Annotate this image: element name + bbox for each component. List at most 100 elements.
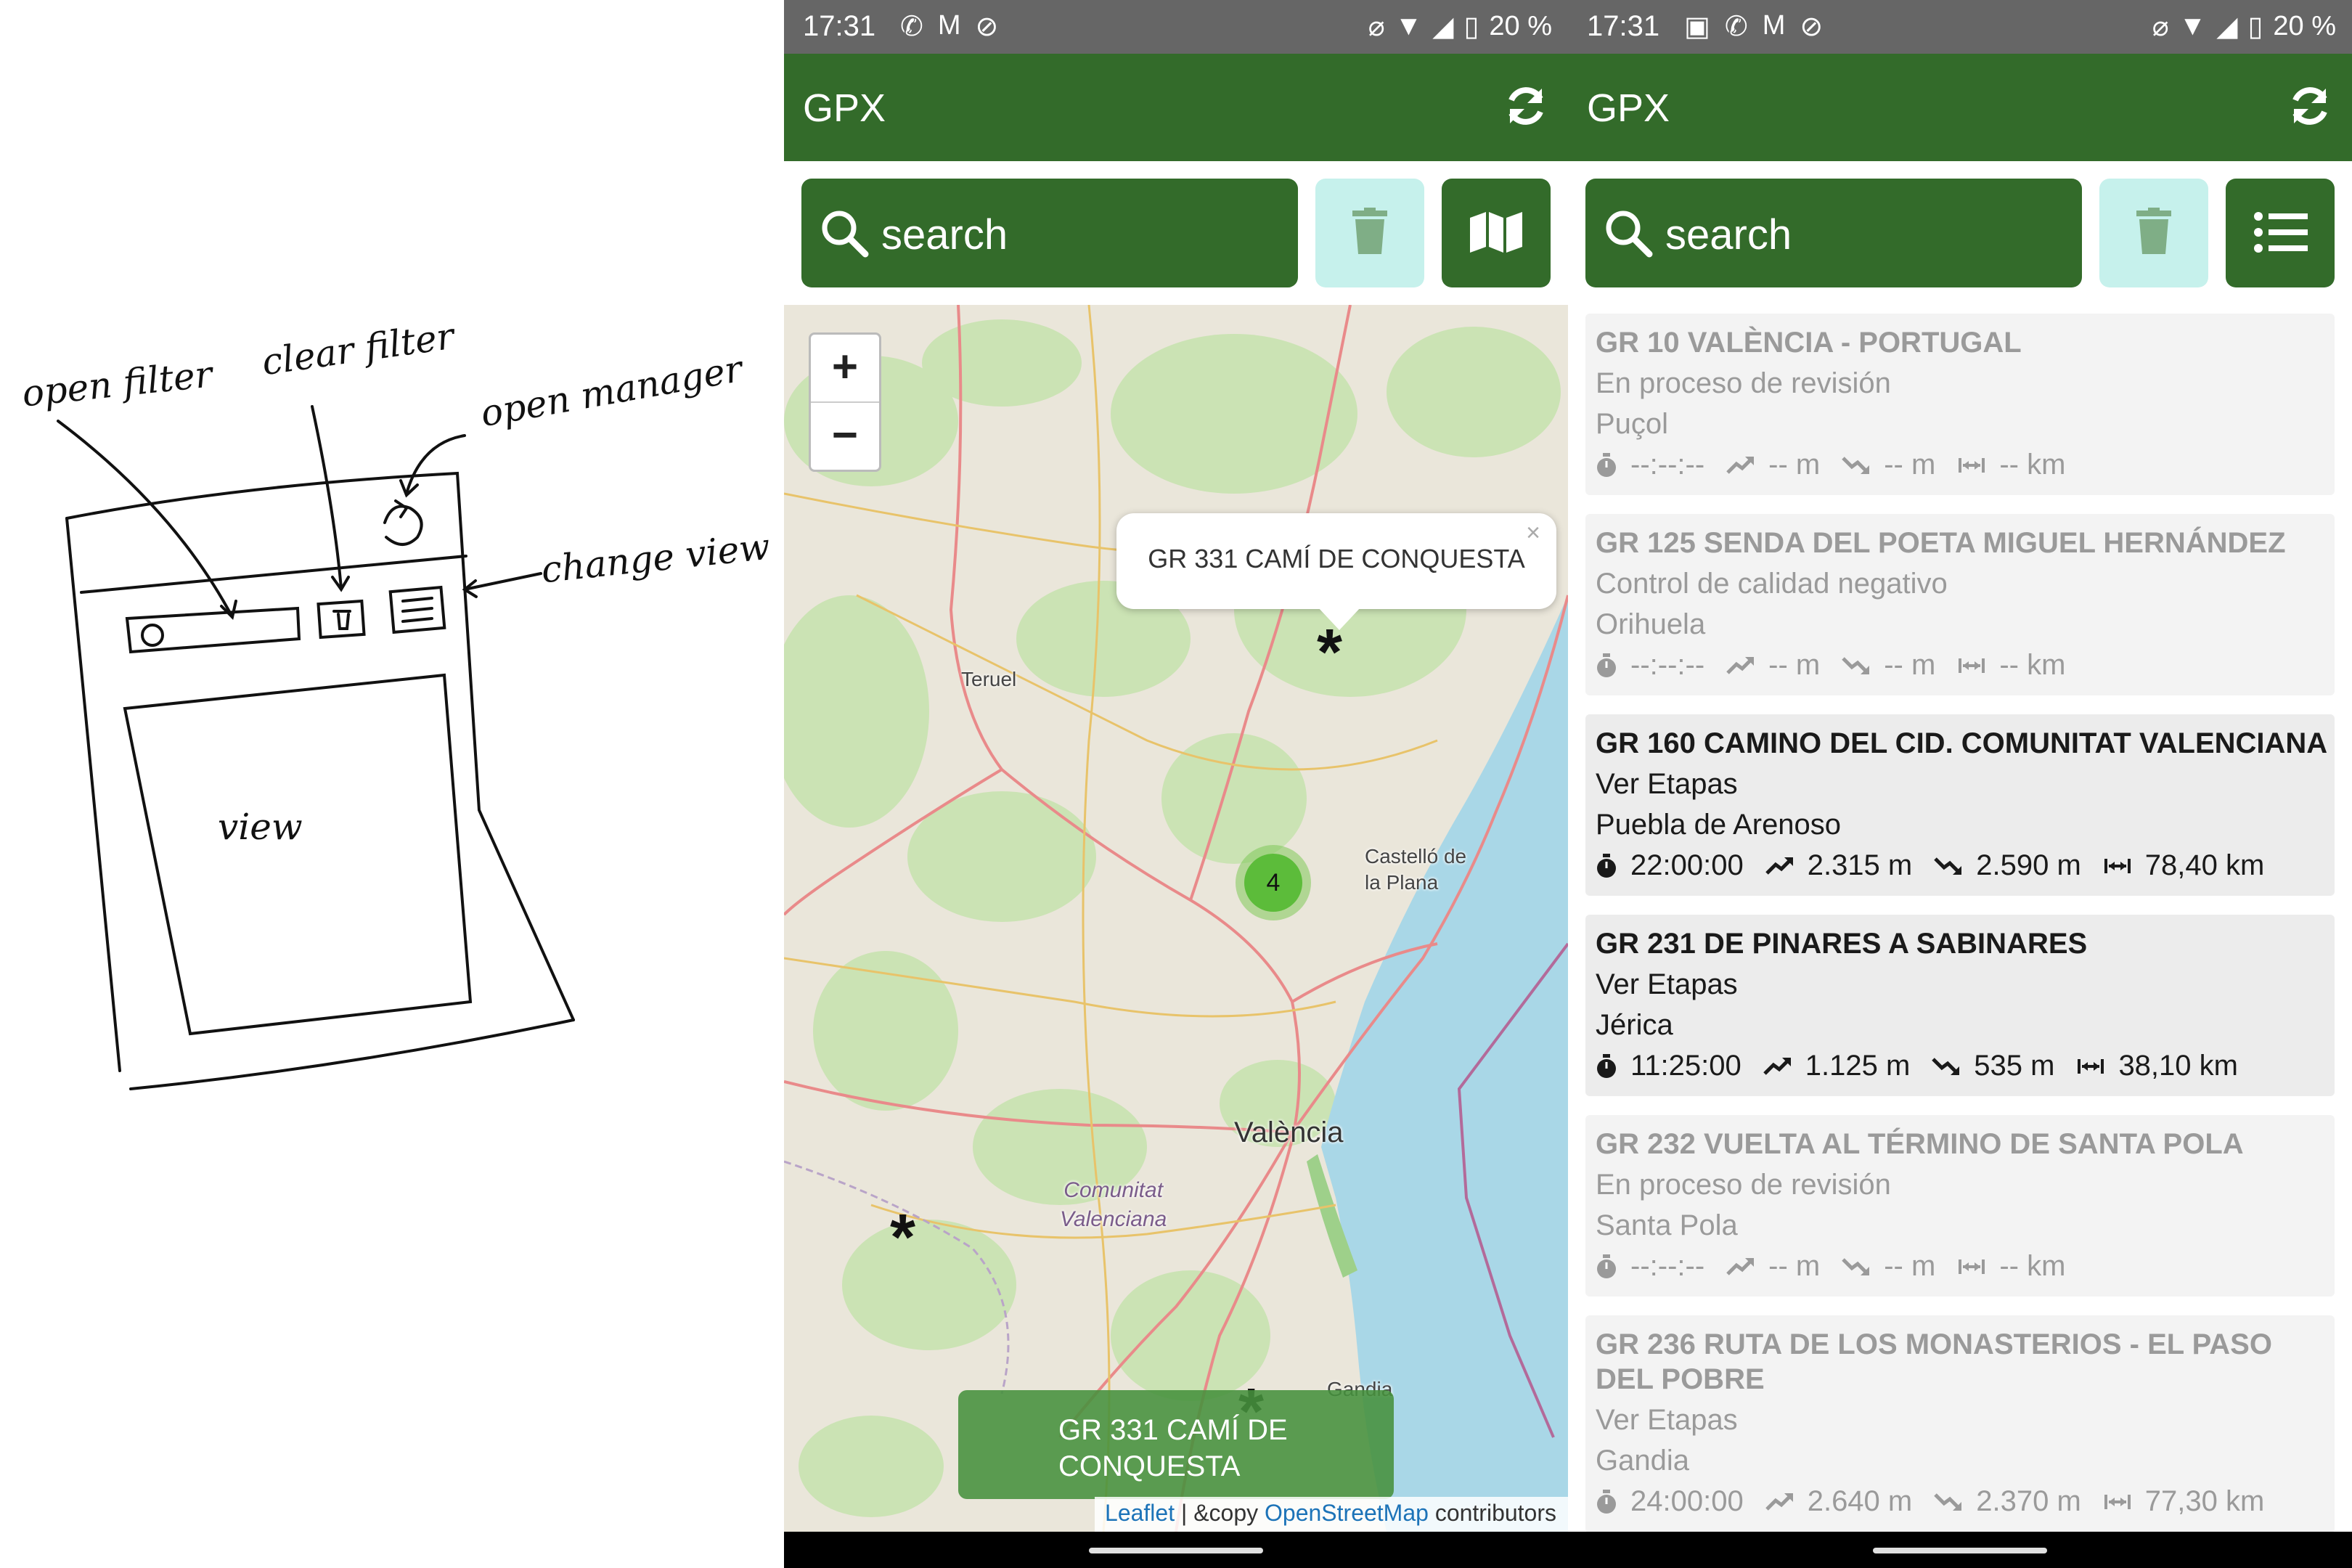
route-ascent: -- m	[1768, 449, 1821, 481]
ascent-icon	[1726, 656, 1755, 674]
toast-message: GR 331 CAMÍ DE CONQUESTA	[958, 1390, 1394, 1499]
route-place: Gandia	[1596, 1445, 1689, 1477]
leaflet-link[interactable]: Leaflet	[1105, 1500, 1175, 1526]
trash-icon	[1352, 208, 1387, 254]
route-stats: --:--:-- -- m -- m -- km	[1596, 449, 2087, 481]
route-distance: 38,10 km	[2118, 1050, 2238, 1082]
place-label-teruel: Teruel	[961, 668, 1017, 690]
battery-percent: 20 %	[1489, 11, 1552, 41]
change-view-button[interactable]	[1442, 179, 1551, 287]
mute-icon: ⌀	[1368, 12, 1385, 42]
distance-icon	[1959, 1259, 1985, 1274]
clear-filter-button[interactable]	[2099, 179, 2208, 287]
route-marker[interactable]: *	[890, 1205, 915, 1270]
route-card[interactable]: GR 231 DE PINARES A SABINARES Ver Etapas J…	[1585, 915, 2335, 1096]
route-stats: 11:25:00 1.125 m 535 m 38,10 km	[1596, 1050, 2260, 1082]
route-stats: --:--:-- -- m -- m -- km	[1596, 1250, 2087, 1283]
whatsapp-icon: ✆	[1724, 12, 1748, 42]
popup-close-button[interactable]: ×	[1526, 519, 1540, 547]
route-card[interactable]: GR 125 SENDA DEL POETA MIGUEL HERNÁNDEZ C…	[1585, 514, 2335, 695]
ascent-icon	[1765, 1493, 1793, 1511]
route-distance: -- km	[1999, 1250, 2066, 1282]
route-place: Jérica	[1596, 1009, 1673, 1041]
search-button[interactable]: search	[1585, 179, 2082, 287]
route-title: GR 125 SENDA DEL POETA MIGUEL HERNÁNDEZ	[1596, 527, 2286, 559]
wireframe-sketch: open filter clear filter open manager ch…	[0, 0, 784, 1568]
home-gesture-handle[interactable]	[1873, 1548, 2047, 1553]
stopwatch-icon	[1597, 653, 1616, 677]
toast-text: GR 331 CAMÍ DE CONQUESTA	[1058, 1414, 1288, 1482]
place-label-castello: Castelló de la Plana	[1365, 845, 1467, 894]
refresh-icon[interactable]	[1503, 83, 1549, 129]
sketch-label-view: view	[218, 806, 303, 848]
descent-icon	[1842, 1257, 1870, 1275]
route-duration: --:--:--	[1630, 1250, 1705, 1282]
navigation-bar	[784, 1532, 1568, 1568]
status-bar: 17:31 ✆ M ⊘ ⌀ ▼ ◢ ▯ 20 %	[784, 0, 1568, 54]
clear-filter-button[interactable]	[1315, 179, 1424, 287]
route-stats: --:--:-- -- m -- m -- km	[1596, 649, 2087, 682]
wifi-icon: ▼	[1395, 11, 1423, 41]
gmail-icon: M	[937, 10, 961, 41]
change-view-button[interactable]	[2226, 179, 2335, 287]
route-card[interactable]: GR 236 RUTA DE LOS MONASTERIOS - EL PASO…	[1585, 1315, 2335, 1533]
zoom-in-button[interactable]: +	[811, 335, 879, 403]
distance-icon	[1959, 457, 1985, 473]
route-duration: 11:25:00	[1630, 1050, 1741, 1082]
battery-icon: ▯	[2247, 12, 2263, 42]
route-card[interactable]: GR 232 VUELTA AL TÉRMINO DE SANTA POLA En…	[1585, 1115, 2335, 1297]
route-distance: 78,40 km	[2144, 849, 2265, 881]
list-icon	[2254, 212, 2308, 253]
place-label-valencia: València	[1234, 1116, 1344, 1148]
route-stats: 24:00:00 2.640 m 2.370 m 77,30 km	[1596, 1485, 2286, 1518]
search-button[interactable]: search	[801, 179, 1298, 287]
route-place: Puçol	[1596, 408, 1669, 440]
route-status: En proceso de revisión	[1596, 1169, 1891, 1201]
map-popup: GR 331 CAMÍ DE CONQUESTA ×	[1116, 513, 1556, 609]
route-status: En proceso de revisión	[1596, 367, 1891, 399]
app-title: GPX	[803, 86, 886, 130]
route-distance: 77,30 km	[2144, 1485, 2265, 1517]
route-title: GR 236 RUTA DE LOS MONASTERIOS - EL PASO…	[1596, 1328, 2272, 1395]
battery-icon: ▯	[1463, 12, 1479, 42]
search-label: search	[881, 211, 1008, 258]
map-icon	[1470, 212, 1522, 253]
stopwatch-icon	[1597, 1053, 1616, 1078]
map-tiles	[784, 305, 1568, 1532]
route-ascent: 2.315 m	[1807, 849, 1913, 881]
descent-icon	[1934, 857, 1962, 875]
place-label-region: Comunitat Valenciana	[1060, 1178, 1167, 1231]
refresh-icon[interactable]	[2287, 83, 2333, 129]
stopwatch-icon	[1597, 853, 1616, 878]
route-descent: -- m	[1884, 649, 1936, 681]
route-card[interactable]: GR 160 CAMINO DEL CID. COMUNITAT VALENCI…	[1585, 714, 2335, 896]
marker-cluster[interactable]: 4	[1236, 845, 1311, 920]
distance-icon	[2104, 1494, 2131, 1509]
popup-title: GR 331 CAMÍ DE CONQUESTA	[1148, 544, 1525, 573]
route-title: GR 10 VALÈNCIA - PORTUGAL	[1596, 327, 2022, 359]
stopwatch-icon	[1597, 1254, 1616, 1278]
route-descent: 535 m	[1974, 1050, 2055, 1082]
toolbar: search	[1568, 161, 2352, 306]
route-duration: 24:00:00	[1630, 1485, 1744, 1517]
route-title: GR 232 VUELTA AL TÉRMINO DE SANTA POLA	[1596, 1128, 2244, 1160]
route-ascent: -- m	[1768, 649, 1821, 681]
route-descent: 2.590 m	[1976, 849, 2081, 881]
map-view[interactable]: + − Teruel Castelló de la Plana València…	[784, 305, 1568, 1532]
route-ascent: -- m	[1768, 1250, 1821, 1282]
descent-icon	[1932, 1057, 1960, 1075]
wifi-icon: ▼	[2179, 11, 2207, 41]
zoom-out-button[interactable]: −	[811, 403, 879, 470]
status-time: 17:31	[1587, 10, 1660, 42]
route-status: Ver Etapas	[1596, 968, 1738, 1000]
home-gesture-handle[interactable]	[1089, 1548, 1263, 1553]
route-card[interactable]: GR 10 VALÈNCIA - PORTUGAL En proceso de r…	[1585, 314, 2335, 495]
ascent-icon	[1726, 456, 1755, 474]
zoom-control: + −	[809, 332, 881, 472]
toolbar: search	[784, 161, 1568, 306]
openstreetmap-link[interactable]: OpenStreetMap	[1265, 1500, 1429, 1526]
app-bar: GPX	[784, 54, 1568, 161]
attribution-separator: | &copy	[1175, 1500, 1265, 1526]
route-duration: 22:00:00	[1630, 849, 1744, 881]
map-screen: 17:31 ✆ M ⊘ ⌀ ▼ ◢ ▯ 20 % GPX search + − …	[784, 0, 1568, 1568]
